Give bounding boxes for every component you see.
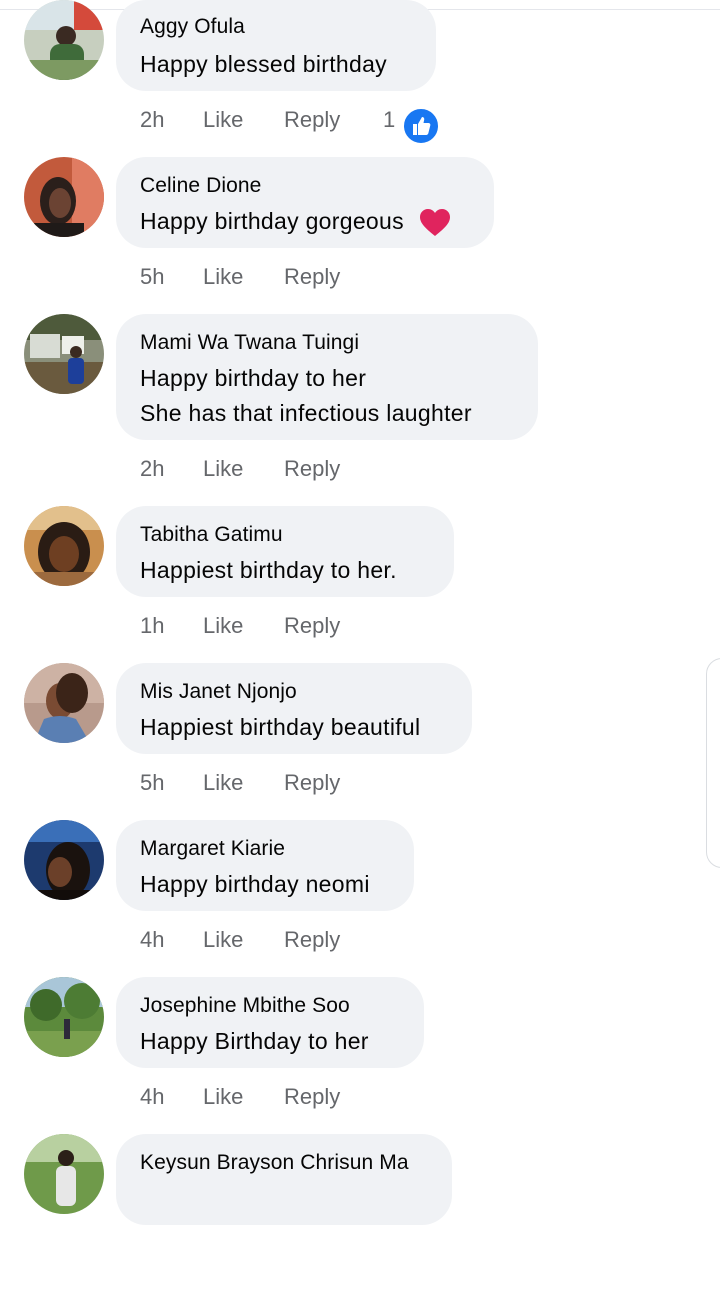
commenter-name[interactable]: Tabitha Gatimu [140,523,283,547]
comment-line: Happiest birthday beautiful [140,714,421,740]
reply-button[interactable]: Reply [284,456,340,482]
commenter-name[interactable]: Celine Dione [140,174,261,198]
heart-emoji-icon [419,208,451,238]
reply-button[interactable]: Reply [284,264,340,290]
thumbs-up-reaction-icon[interactable] [402,107,440,145]
like-button[interactable]: Like [203,770,243,796]
comment-text: Happy Birthday to her [140,1024,369,1059]
like-button[interactable]: Like [203,613,243,639]
comment-timestamp[interactable]: 1h [140,613,164,639]
comment-timestamp[interactable]: 4h [140,927,164,953]
comment-bubble: Tabitha Gatimu Happiest birthday to her. [116,506,454,597]
comment-item: Tabitha Gatimu Happiest birthday to her.… [0,506,720,663]
like-button[interactable]: Like [203,264,243,290]
comment-bubble: Aggy Ofula Happy blessed birthday [116,0,436,91]
avatar[interactable] [24,314,104,394]
comment-item: Keysun Brayson Chrisun Ma [0,1134,720,1291]
comment-bubble: Mis Janet Njonjo Happiest birthday beaut… [116,663,472,754]
comment-bubble: Margaret Kiarie Happy birthday neomi [116,820,414,911]
like-button[interactable]: Like [203,1084,243,1110]
comment-text: Happy birthday gorgeous [140,204,451,239]
comment-timestamp[interactable]: 5h [140,264,164,290]
comment-line: Happy birthday gorgeous [140,208,404,234]
floating-side-panel[interactable] [706,658,720,868]
comment-timestamp[interactable]: 5h [140,770,164,796]
avatar[interactable] [24,977,104,1057]
comment-text: Happy birthday to her She has that infec… [140,361,472,431]
comment-item: Mami Wa Twana Tuingi Happy birthday to h… [0,314,720,481]
commenter-name[interactable]: Aggy Ofula [140,15,245,39]
avatar[interactable] [24,663,104,743]
like-button[interactable]: Like [203,456,243,482]
reply-button[interactable]: Reply [284,1084,340,1110]
comment-item: Aggy Ofula Happy blessed birthday 2h Lik… [0,0,720,157]
comment-text: Happy birthday neomi [140,867,370,902]
avatar[interactable] [24,0,104,80]
commenter-name[interactable]: Margaret Kiarie [140,837,285,861]
comment-line: Happy birthday to her [140,365,367,391]
comment-item: Margaret Kiarie Happy birthday neomi 4h … [0,820,720,977]
comment-item: Celine Dione Happy birthday gorgeous 5h … [0,157,720,314]
comment-line: Happy blessed birthday [140,51,387,77]
like-button[interactable]: Like [203,107,243,133]
commenter-name[interactable]: Josephine Mbithe Soo [140,994,350,1018]
comment-line: Happiest birthday to her. [140,557,397,583]
reply-button[interactable]: Reply [284,927,340,953]
comment-item: Mis Janet Njonjo Happiest birthday beaut… [0,663,720,820]
comment-text: Happiest birthday beautiful [140,710,420,745]
comment-timestamp[interactable]: 2h [140,107,164,133]
reaction-count[interactable]: 1 [383,107,395,133]
comment-timestamp[interactable]: 4h [140,1084,164,1110]
commenter-name[interactable]: Mis Janet Njonjo [140,680,297,704]
reply-button[interactable]: Reply [284,107,340,133]
comment-bubble: Mami Wa Twana Tuingi Happy birthday to h… [116,314,538,440]
reply-button[interactable]: Reply [284,613,340,639]
comment-line: She has that infectious laughter [140,400,472,426]
reply-button[interactable]: Reply [284,770,340,796]
comment-text: Happiest birthday to her. [140,553,397,588]
comment-timestamp[interactable]: 2h [140,456,164,482]
commenter-name[interactable]: Mami Wa Twana Tuingi [140,331,359,355]
commenter-name[interactable]: Keysun Brayson Chrisun Ma [140,1151,409,1175]
avatar[interactable] [24,820,104,900]
comment-bubble: Celine Dione Happy birthday gorgeous [116,157,494,248]
avatar[interactable] [24,506,104,586]
comment-item: Josephine Mbithe Soo Happy Birthday to h… [0,977,720,1134]
comment-line: Happy Birthday to her [140,1028,369,1054]
avatar[interactable] [24,157,104,237]
comment-bubble: Keysun Brayson Chrisun Ma [116,1134,452,1225]
avatar[interactable] [24,1134,104,1214]
comment-bubble: Josephine Mbithe Soo Happy Birthday to h… [116,977,424,1068]
like-button[interactable]: Like [203,927,243,953]
comment-line: Happy birthday neomi [140,871,370,897]
comment-text: Happy blessed birthday [140,47,387,82]
